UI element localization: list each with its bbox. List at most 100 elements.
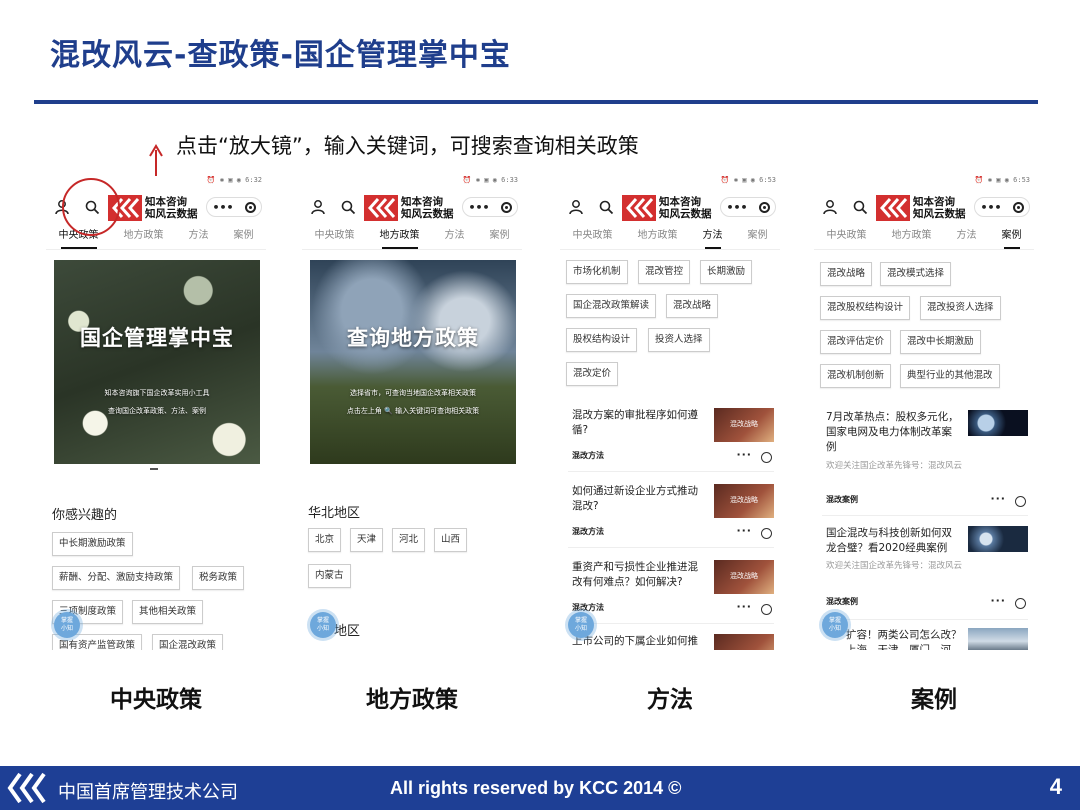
more-dots-icon[interactable]: ••• — [468, 201, 489, 214]
tab-case[interactable]: 案例 — [1000, 228, 1024, 250]
article-item[interactable]: 重资产和亏损性企业推进混改有何难点？如何解决? 混改战略 混改方法 ··· — [568, 560, 774, 624]
status-circle-icon[interactable] — [1015, 598, 1026, 609]
article-item[interactable]: 混改方案的审批程序如何遵循? 混改战略 混改方法 ··· — [568, 408, 774, 472]
case-chip[interactable]: 混改评估定价 — [820, 330, 892, 354]
tab-method[interactable]: 方法 — [187, 228, 211, 250]
assistant-float-button[interactable]: 掌握 小知 — [54, 612, 80, 638]
more-options-icon[interactable]: ··· — [990, 492, 1006, 505]
method-chip[interactable]: 投资人选择 — [648, 328, 710, 352]
assistant-float-button[interactable]: 掌握 小知 — [568, 612, 594, 638]
more-options-icon[interactable]: ··· — [736, 524, 752, 537]
tab-case[interactable]: 案例 — [488, 228, 512, 250]
user-icon[interactable] — [822, 199, 838, 215]
brand-line2: 知风云数据 — [145, 208, 198, 220]
province-chip[interactable]: 河北 — [392, 528, 426, 552]
method-chip[interactable]: 长期激励 — [700, 260, 753, 284]
article-title: 如何通过新设企业方式推动混改? — [572, 485, 698, 512]
mini-app-topbar: 知本咨询 知风云数据 ••• — [560, 192, 780, 222]
brand-line2: 知风云数据 — [913, 208, 966, 220]
tab-bar: 中央政策 地方政策 方法 案例 — [302, 228, 522, 250]
article-title: 扩容！两类公司怎么改？上海、天津、厦门、河 — [846, 629, 962, 650]
tab-central-policy[interactable]: 中央政策 — [571, 228, 615, 250]
capsule-menu[interactable]: ••• — [206, 197, 262, 217]
caption-local-policy: 地方政策 — [366, 687, 458, 713]
phone-screen-case: ⏰ ✱ ▣ ◉ 6:53 知本咨询 知风云数据 ••• 中央政策 地方政策 方法 … — [814, 176, 1034, 650]
case-chip[interactable]: 混改投资人选择 — [920, 296, 1001, 320]
tab-local-policy[interactable]: 地方政策 — [890, 228, 934, 250]
article-title: 混改方案的审批程序如何遵循? — [572, 409, 698, 436]
banner-subtitle-2: 点击左上角 🔍 输入关键词可查询相关政策 — [346, 407, 480, 415]
tab-method[interactable]: 方法 — [955, 228, 979, 250]
tab-case[interactable]: 案例 — [232, 228, 256, 250]
status-circle-icon[interactable] — [761, 452, 772, 463]
method-chip[interactable]: 混改战略 — [666, 294, 719, 318]
method-chip[interactable]: 市场化机制 — [566, 260, 628, 284]
policy-chip[interactable]: 薪酬、分配、激励支持政策 — [52, 566, 181, 590]
case-chip[interactable]: 混改战略 — [820, 262, 873, 286]
more-options-icon[interactable]: ··· — [990, 594, 1006, 607]
tab-method[interactable]: 方法 — [701, 228, 725, 250]
case-chip[interactable]: 混改中长期激励 — [900, 330, 981, 354]
user-icon[interactable] — [568, 199, 584, 215]
tab-method[interactable]: 方法 — [443, 228, 467, 250]
user-icon[interactable] — [310, 199, 326, 215]
float-label-1: 掌握 — [60, 617, 73, 624]
method-chip[interactable]: 混改定价 — [566, 362, 619, 386]
mini-app-topbar: 知本咨询 知风云数据 ••• — [302, 192, 522, 222]
more-options-icon[interactable]: ··· — [736, 448, 752, 461]
province-chip[interactable]: 内蒙古 — [308, 564, 351, 588]
tab-case[interactable]: 案例 — [746, 228, 770, 250]
close-target-icon[interactable] — [758, 201, 770, 213]
more-dots-icon[interactable]: ••• — [980, 201, 1001, 214]
status-circle-icon[interactable] — [1015, 496, 1026, 507]
article-thumbnail — [968, 628, 1028, 650]
tab-local-policy[interactable]: 地方政策 — [122, 228, 166, 250]
more-options-icon[interactable]: ··· — [736, 600, 752, 613]
policy-chip[interactable]: 国企混改政策 — [152, 634, 224, 650]
province-chip[interactable]: 山西 — [434, 528, 468, 552]
more-dots-icon[interactable]: ••• — [726, 201, 747, 214]
more-dots-icon[interactable]: ••• — [212, 201, 233, 214]
float-label-1: 掌握 — [316, 617, 329, 624]
search-icon[interactable] — [598, 199, 614, 215]
case-article-item[interactable]: 扩容！两类公司怎么改？上海、天津、厦门、河 — [822, 628, 1028, 650]
policy-chip[interactable]: 税务政策 — [192, 566, 245, 590]
instruction-text: 点击“放大镜”，输入关键词，可搜索查询相关政策 — [176, 134, 639, 158]
tab-central-policy[interactable]: 中央政策 — [313, 228, 357, 250]
article-item[interactable]: 如何通过新设企业方式推动混改? 混改战略 混改方法 ··· — [568, 484, 774, 548]
province-chip[interactable]: 天津 — [350, 528, 384, 552]
case-article-item[interactable]: 国企混改与科技创新如何双龙合璧？看2020经典案例 欢迎关注国企改革先锋号：混改… — [822, 526, 1028, 620]
search-icon[interactable] — [852, 199, 868, 215]
close-target-icon[interactable] — [1012, 201, 1024, 213]
banner-subtitle-1: 选择省市，可查询当地国企改革相关政策 — [350, 389, 476, 397]
method-chip[interactable]: 混改管控 — [638, 260, 691, 284]
search-icon[interactable] — [340, 199, 356, 215]
capsule-menu[interactable]: ••• — [974, 197, 1030, 217]
close-target-icon[interactable] — [244, 201, 256, 213]
case-article-item[interactable]: 7月改革热点：股权多元化，国家电网及电力体制改革案例 欢迎关注国企改革先锋号：混… — [822, 410, 1028, 516]
status-circle-icon[interactable] — [761, 528, 772, 539]
close-target-icon[interactable] — [500, 201, 512, 213]
assistant-float-button[interactable]: 掌握 小知 — [310, 612, 336, 638]
article-item[interactable]: 上市公司的下属企业如何推 — [568, 634, 774, 650]
case-chip[interactable]: 混改股权结构设计 — [820, 296, 911, 320]
tab-central-policy[interactable]: 中央政策 — [825, 228, 869, 250]
case-chip[interactable]: 混改机制创新 — [820, 364, 892, 388]
capsule-menu[interactable]: ••• — [720, 197, 776, 217]
caption-method: 方法 — [647, 687, 693, 713]
mini-app-topbar: 知本咨询 知风云数据 ••• — [814, 192, 1034, 222]
capsule-menu[interactable]: ••• — [462, 197, 518, 217]
article-subtitle: 欢迎关注国企改革先锋号：混改风云 — [826, 561, 963, 571]
case-chip[interactable]: 典型行业的其他混改 — [900, 364, 1000, 388]
region-heading: 华北地区 — [308, 506, 361, 521]
province-chip[interactable]: 北京 — [308, 528, 342, 552]
case-chip[interactable]: 混改模式选择 — [880, 262, 952, 286]
policy-chip[interactable]: 中长期激励政策 — [52, 532, 133, 556]
policy-chip[interactable]: 其他相关政策 — [132, 600, 204, 624]
status-circle-icon[interactable] — [761, 604, 772, 615]
method-chip[interactable]: 国企混改政策解读 — [566, 294, 657, 318]
tab-local-policy[interactable]: 地方政策 — [636, 228, 680, 250]
assistant-float-button[interactable]: 掌握 小知 — [822, 612, 848, 638]
tab-local-policy[interactable]: 地方政策 — [378, 228, 422, 250]
method-chip[interactable]: 股权结构设计 — [566, 328, 638, 352]
